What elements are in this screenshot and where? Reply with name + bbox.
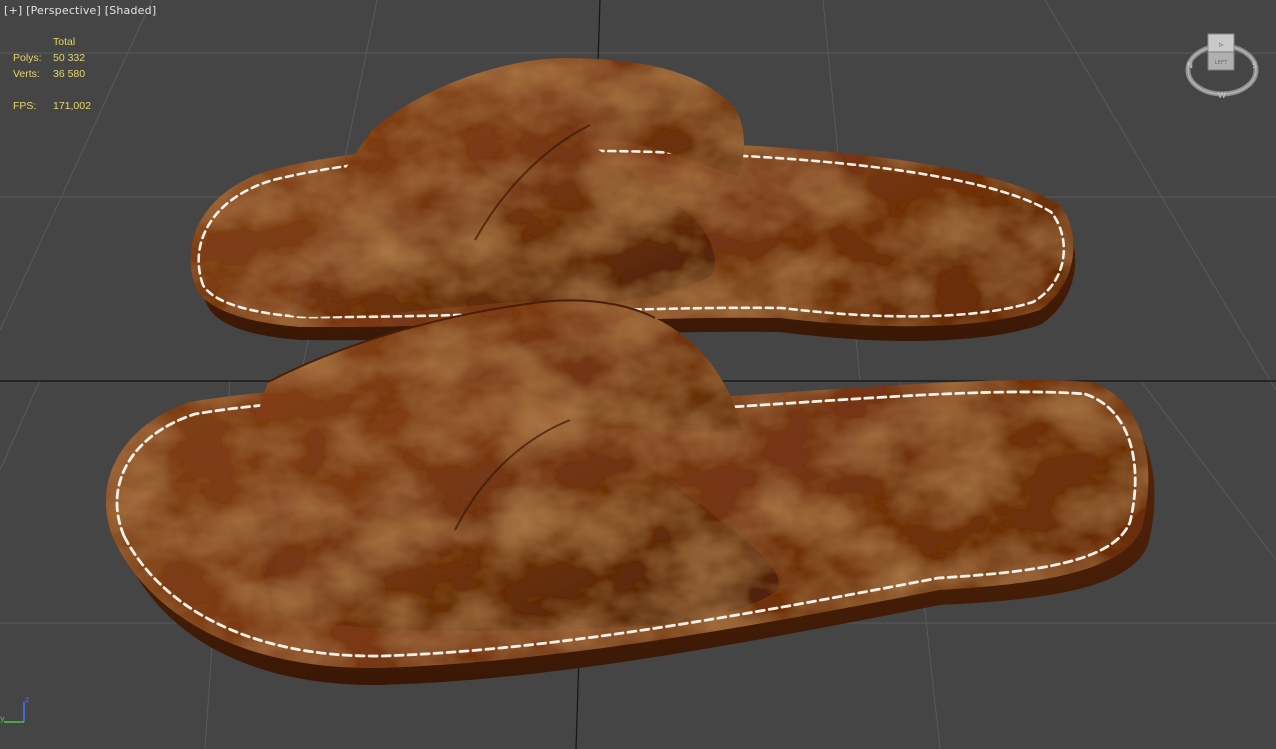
viewport-view-mode[interactable]: [Perspective] [26, 4, 101, 17]
axis-tripod: z y [0, 695, 29, 723]
verts-value: 36 580 [53, 68, 86, 80]
fps-label: FPS: [13, 100, 37, 112]
viewcube[interactable]: N S W LEFT ⊳ [1184, 30, 1260, 106]
axis-y-label: y [0, 714, 5, 723]
svg-text:⊳: ⊳ [1218, 41, 1224, 49]
scene-canvas[interactable] [0, 0, 1276, 749]
viewport-label: [+] [Perspective] [Shaded] [4, 4, 156, 17]
viewport-shading-mode[interactable]: [Shaded] [105, 4, 157, 17]
3d-viewport[interactable]: [+] [Perspective] [Shaded] Total Polys: 5… [0, 0, 1276, 749]
sandal-front[interactable] [105, 299, 1155, 686]
compass-s: S [1252, 61, 1257, 70]
viewport-menu-button[interactable]: [+] [4, 4, 22, 17]
compass-w: W [1218, 91, 1226, 100]
axis-z-label: z [25, 695, 29, 704]
viewcube-face-label: LEFT [1215, 60, 1229, 66]
compass-n: N [1187, 61, 1193, 70]
sandal-back[interactable] [190, 58, 1076, 342]
fps-value: 171,002 [53, 100, 91, 112]
polys-value: 50 332 [53, 52, 86, 64]
polys-label: Polys: [13, 52, 42, 64]
verts-label: Verts: [13, 68, 40, 80]
stats-header: Total [53, 36, 76, 48]
